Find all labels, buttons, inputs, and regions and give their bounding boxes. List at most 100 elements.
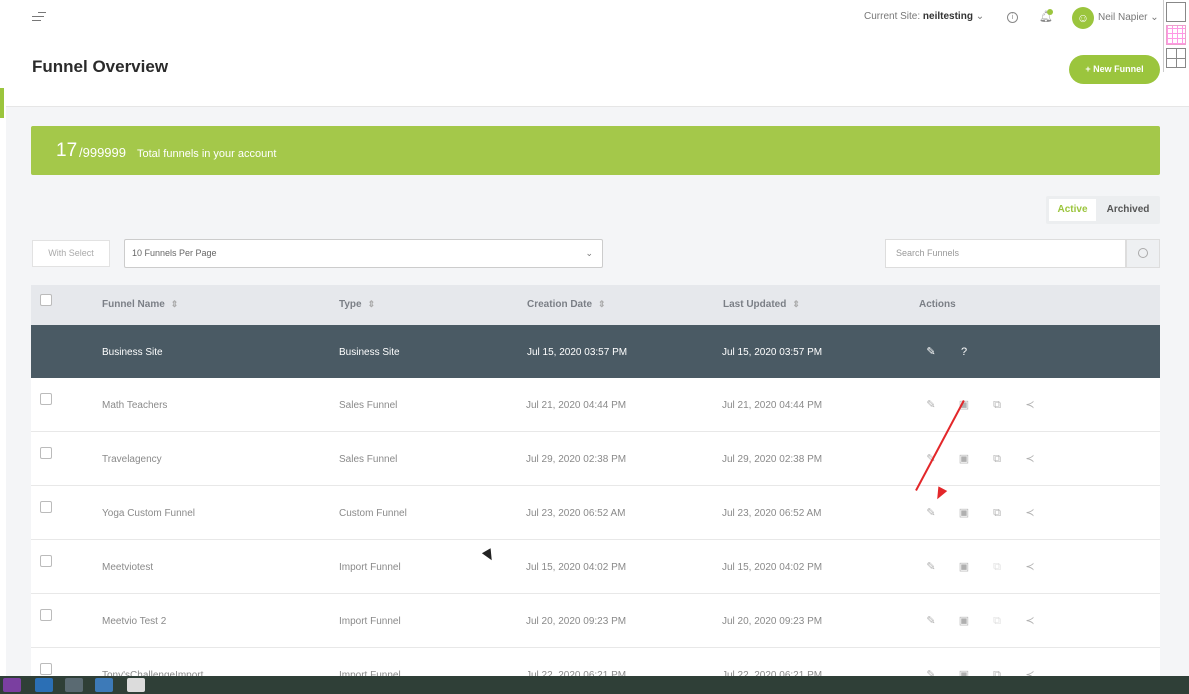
funnel-limit: /999999	[79, 145, 126, 160]
sort-icon: ⇕	[598, 299, 606, 309]
info-icon[interactable]: i	[1007, 12, 1018, 23]
share-icon[interactable]: ≺	[1023, 452, 1037, 466]
column-actions: Actions	[919, 299, 956, 310]
last-updated: Jul 15, 2020 03:57 PM	[722, 347, 823, 358]
copy-icon[interactable]: ⧉	[990, 560, 1004, 574]
chevron-down-icon: ⌄	[585, 248, 593, 258]
creation-date: Jul 15, 2020 04:02 PM	[526, 562, 627, 573]
row-checkbox[interactable]	[40, 447, 52, 459]
grid-icon	[1166, 25, 1186, 45]
skype-icon[interactable]	[35, 678, 53, 692]
page-title: Funnel Overview	[32, 57, 169, 76]
chevron-down-icon: ⌄	[975, 11, 985, 22]
per-page-select[interactable]: 10 Funnels Per Page ⌄	[124, 239, 603, 268]
edit-icon[interactable]: ✎	[924, 614, 938, 628]
current-site-value: neiltesting	[922, 11, 973, 22]
archive-icon[interactable]: ▣	[957, 506, 971, 520]
search-button[interactable]	[1126, 239, 1160, 268]
share-icon[interactable]: ≺	[1023, 614, 1037, 628]
funnel-type: Business Site	[339, 347, 400, 358]
help-icon[interactable]: ?	[957, 345, 971, 359]
creation-date: Jul 29, 2020 02:38 PM	[526, 454, 627, 465]
table-row[interactable]: Yoga Custom Funnel Custom Funnel Jul 23,…	[31, 486, 1160, 540]
funnel-type: Sales Funnel	[339, 454, 398, 465]
active-nav-indicator	[0, 88, 4, 118]
current-site-selector[interactable]: Current Site: neiltesting ⌄	[864, 11, 984, 22]
search-icon	[1138, 248, 1148, 258]
table-icon	[1166, 48, 1186, 68]
chevron-down-icon: ⌄	[1150, 12, 1159, 23]
creation-date: Jul 20, 2020 09:23 PM	[526, 616, 627, 627]
funnel-type: Import Funnel	[339, 616, 401, 627]
share-icon[interactable]: ≺	[1023, 560, 1037, 574]
onenote-icon[interactable]	[3, 678, 21, 692]
copy-icon[interactable]: ⧉	[990, 614, 1004, 628]
copy-icon[interactable]: ⧉	[990, 398, 1004, 412]
column-type[interactable]: Type ⇕	[339, 299, 375, 310]
table-row[interactable]: Meetviotest Import Funnel Jul 15, 2020 0…	[31, 540, 1160, 594]
last-updated: Jul 20, 2020 09:23 PM	[722, 616, 823, 627]
top-header: Funnel Overview Current Site: neiltestin…	[6, 0, 1189, 107]
creation-date: Jul 23, 2020 06:52 AM	[526, 508, 626, 519]
sort-icon: ⇕	[367, 299, 376, 309]
row-checkbox[interactable]	[40, 393, 52, 405]
edit-icon[interactable]: ✎	[924, 398, 938, 412]
table-header: Funnel Name ⇕ Type ⇕ Creation Date ⇕ Last U…	[31, 285, 1160, 325]
table-row[interactable]: Travelagency Sales Funnel Jul 29, 2020 0…	[31, 432, 1160, 486]
share-icon[interactable]: ≺	[1023, 398, 1037, 412]
copy-icon[interactable]: ⧉	[990, 506, 1004, 520]
funnel-count: 17	[56, 140, 78, 161]
edit-icon[interactable]: ✎	[924, 506, 938, 520]
sort-icon: ⇕	[170, 299, 179, 309]
creation-date: Jul 21, 2020 04:44 PM	[526, 400, 627, 411]
column-creation-date[interactable]: Creation Date ⇕	[527, 299, 606, 310]
funnel-name[interactable]: Meetviotest	[102, 562, 153, 573]
notification-dot	[1047, 9, 1053, 15]
edit-icon[interactable]: ✎	[924, 345, 938, 359]
menu-icon[interactable]	[32, 12, 46, 24]
archive-icon[interactable]: ▣	[957, 452, 971, 466]
column-funnel-name[interactable]: Funnel Name ⇕	[102, 299, 178, 310]
table-row[interactable]: Math Teachers Sales Funnel Jul 21, 2020 …	[31, 378, 1160, 432]
row-checkbox[interactable]	[40, 609, 52, 621]
funnel-name[interactable]: Math Teachers	[102, 400, 167, 411]
with-select-button[interactable]: With Select	[32, 240, 110, 267]
table-row[interactable]: Business Site Business Site Jul 15, 2020…	[31, 325, 1160, 379]
funnel-name[interactable]: Meetvio Test 2	[102, 616, 166, 627]
banner-description: Total funnels in your account	[137, 148, 277, 160]
funnel-name[interactable]: Business Site	[102, 347, 163, 358]
tab-archived[interactable]: Archived	[1100, 199, 1156, 221]
funnel-type: Sales Funnel	[339, 400, 398, 411]
select-all-checkbox[interactable]	[40, 294, 52, 306]
current-site-label: Current Site:	[864, 11, 921, 22]
funnel-type: Import Funnel	[339, 562, 401, 573]
triangle-icon	[1166, 2, 1186, 22]
user-name: Neil Napier	[1098, 12, 1148, 23]
funnel-name[interactable]: Yoga Custom Funnel	[102, 508, 195, 519]
edit-icon[interactable]: ✎	[924, 560, 938, 574]
column-last-updated[interactable]: Last Updated ⇕	[723, 299, 800, 310]
new-funnel-button[interactable]: + New Funnel	[1069, 55, 1160, 84]
row-checkbox[interactable]	[40, 555, 52, 567]
tab-active[interactable]: Active	[1049, 199, 1096, 221]
app-icon[interactable]	[65, 678, 83, 692]
row-checkbox[interactable]	[40, 663, 52, 675]
copy-icon[interactable]: ⧉	[990, 452, 1004, 466]
user-menu[interactable]: Neil Napier ⌄	[1098, 12, 1159, 23]
creation-date: Jul 15, 2020 03:57 PM	[527, 347, 628, 358]
mail-icon[interactable]	[95, 678, 113, 692]
last-updated: Jul 21, 2020 04:44 PM	[722, 400, 823, 411]
sort-icon: ⇕	[792, 299, 800, 309]
funnel-name[interactable]: Travelagency	[102, 454, 162, 465]
overlay-widget	[1163, 0, 1189, 72]
row-checkbox[interactable]	[40, 501, 52, 513]
table-row[interactable]: Meetvio Test 2 Import Funnel Jul 20, 202…	[31, 594, 1160, 648]
search-input[interactable]: Search Funnels	[885, 239, 1126, 268]
os-taskbar	[0, 676, 1189, 694]
screen-recorder-icon[interactable]	[127, 678, 145, 692]
user-icon[interactable]: ☺	[1072, 7, 1094, 29]
archive-icon[interactable]: ▣	[957, 614, 971, 628]
archive-icon[interactable]: ▣	[957, 560, 971, 574]
share-icon[interactable]: ≺	[1023, 506, 1037, 520]
last-updated: Jul 15, 2020 04:02 PM	[722, 562, 823, 573]
